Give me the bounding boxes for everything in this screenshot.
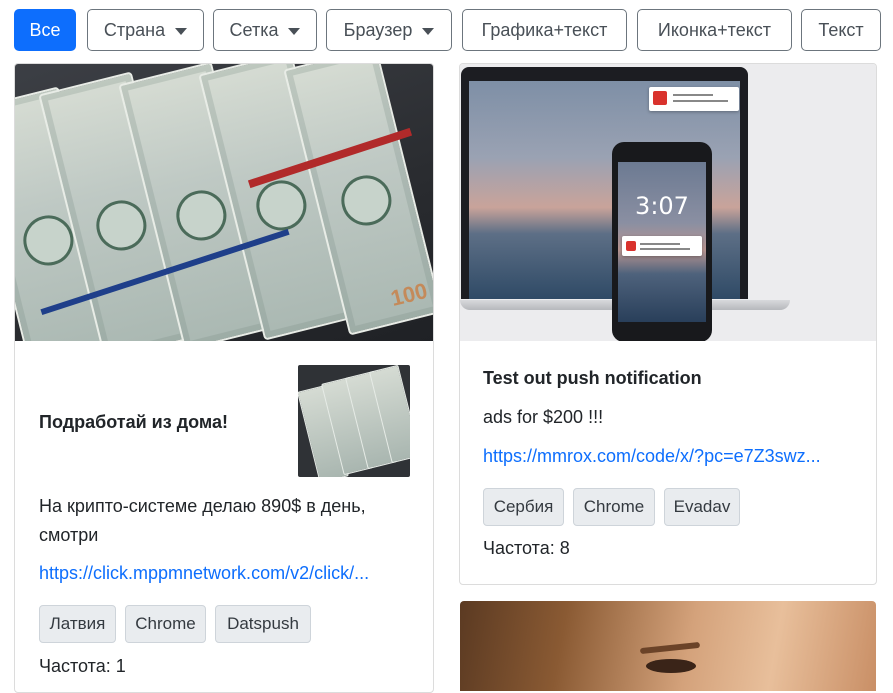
filter-all-label: Все	[29, 19, 61, 40]
filter-country-label: Страна	[103, 19, 166, 40]
filter-icon-text-button[interactable]: Иконка+текст	[637, 9, 792, 51]
filter-graphic-text-label: Графика+текст	[481, 19, 608, 40]
tag-network[interactable]: Evadav	[664, 488, 740, 526]
filter-network-label: Сетка	[229, 19, 279, 40]
ad-link[interactable]: https://mmrox.com/code/x/?pc=e7Z3swz...	[483, 446, 821, 467]
chevron-down-icon	[422, 27, 435, 35]
filter-all-button[interactable]: Все	[14, 9, 76, 51]
ad-creative-image: 3:07	[460, 64, 876, 341]
phone-notification	[622, 236, 702, 256]
filter-network-dropdown[interactable]: Сетка	[213, 9, 317, 51]
filter-graphic-text-button[interactable]: Графика+текст	[462, 9, 627, 51]
ad-text: На крипто-системе делаю 890$ в день, смо…	[39, 496, 366, 545]
ad-frequency: Частота: 1	[39, 656, 126, 676]
tag-browser[interactable]: Chrome	[573, 488, 655, 526]
ad-link[interactable]: https://click.mppmnetwork.com/v2/click/.…	[39, 563, 369, 584]
ad-text: ads for $200 !!!	[483, 407, 604, 427]
filter-browser-dropdown[interactable]: Браузер	[326, 9, 452, 51]
phone-illustration: 3:07	[612, 142, 712, 341]
phone-clock: 3:07	[635, 192, 689, 220]
filter-country-dropdown[interactable]: Страна	[87, 9, 204, 51]
ad-card[interactable]: 3:07 Test out push notification ads for …	[459, 63, 877, 585]
notification-popup	[649, 87, 739, 111]
chevron-down-icon	[288, 27, 301, 35]
ad-card[interactable]: 100 Подработай из дома! На крипто-систем…	[14, 63, 434, 693]
tag-browser[interactable]: Chrome	[125, 605, 206, 643]
bill-denomination: 100	[388, 277, 430, 312]
tag-network[interactable]: Datspush	[215, 605, 311, 643]
ad-frequency: Частота: 8	[483, 538, 570, 558]
tag-country[interactable]: Сербия	[483, 488, 564, 526]
chevron-down-icon	[175, 27, 188, 35]
filter-text-button[interactable]: Текст	[801, 9, 881, 51]
ad-title: Test out push notification	[483, 368, 702, 388]
tag-country[interactable]: Латвия	[39, 605, 116, 643]
filter-icon-text-label: Иконка+текст	[657, 19, 772, 40]
filter-text-label: Текст	[818, 19, 864, 40]
ad-title: Подработай из дома!	[39, 412, 228, 432]
ad-creative-image: 100	[15, 64, 433, 341]
filter-browser-label: Браузер	[343, 19, 413, 40]
ad-creative-image	[460, 601, 876, 691]
ad-thumbnail	[298, 365, 410, 477]
